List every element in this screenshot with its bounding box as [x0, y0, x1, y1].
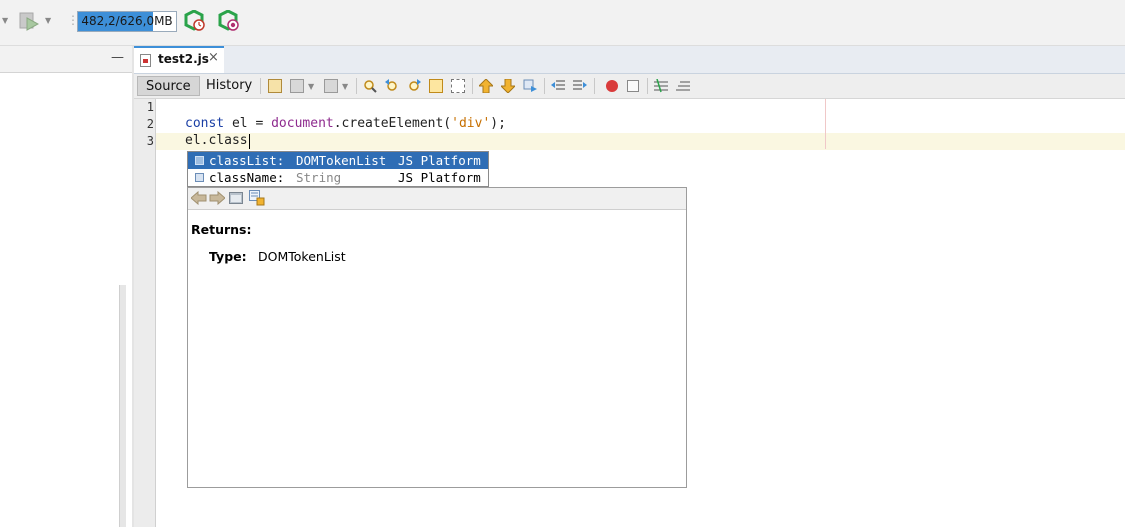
- back-icon[interactable]: [290, 79, 304, 93]
- history-button[interactable]: History: [198, 76, 260, 96]
- line-number-gutter: [134, 99, 156, 527]
- memory-indicator[interactable]: 482,2/626,0MB: [77, 11, 177, 32]
- line-number: 1: [146, 100, 154, 114]
- chevron-down-icon[interactable]: ▼: [342, 82, 348, 91]
- highlight-search-icon[interactable]: [429, 79, 443, 93]
- source-button[interactable]: Source: [137, 76, 200, 96]
- go-to-source-icon[interactable]: [249, 190, 265, 206]
- completion-origin: JS Platform: [398, 170, 481, 185]
- toolbar-separator: [472, 78, 473, 94]
- forward-icon[interactable]: [324, 79, 338, 93]
- open-in-browser-icon[interactable]: [229, 192, 243, 204]
- completion-type: DOMTokenList: [296, 153, 387, 168]
- projects-panel-scrollbar[interactable]: [119, 285, 126, 527]
- toolbar-separator: [647, 78, 648, 94]
- code-line-2[interactable]: const el = document.createElement('div')…: [185, 116, 506, 131]
- string-token: 'div': [451, 116, 491, 131]
- select-rectangle-icon[interactable]: [451, 79, 465, 93]
- search-icon[interactable]: [363, 79, 377, 93]
- back-icon[interactable]: [190, 190, 207, 206]
- next-bookmark-icon[interactable]: [499, 78, 517, 94]
- run-project-icon[interactable]: [19, 12, 40, 32]
- main-toolbar: ▼ ▼ ⋮ 482,2/626,0MB: [0, 0, 1125, 46]
- previous-bookmark-icon[interactable]: [477, 78, 495, 94]
- chevron-down-icon[interactable]: ▼: [2, 16, 8, 25]
- toggle-comment-icon[interactable]: [654, 78, 668, 93]
- code-token: .createElement(: [333, 116, 452, 131]
- code-completion-list[interactable]: classList: DOMTokenList JS Platform clas…: [187, 151, 489, 187]
- toolbar-separator: [594, 78, 595, 94]
- global-object-token: document: [271, 116, 334, 131]
- editor-toolbar: Source History ▼ ▼: [134, 74, 1125, 99]
- documentation-toolbar: [188, 188, 686, 210]
- code-token: );: [490, 116, 506, 131]
- uncomment-icon[interactable]: [676, 79, 690, 93]
- completion-item[interactable]: classList: DOMTokenList JS Platform: [188, 152, 488, 169]
- debug-icon[interactable]: [218, 9, 240, 32]
- chevron-down-icon[interactable]: ▼: [45, 16, 51, 25]
- toolbar-separator: [356, 78, 357, 94]
- code-line-3[interactable]: el.class: [185, 133, 248, 148]
- find-previous-icon[interactable]: [385, 79, 399, 93]
- last-edit-icon[interactable]: [268, 79, 282, 93]
- completion-name: classList:: [209, 153, 285, 168]
- stop-macro-icon[interactable]: [627, 80, 639, 92]
- doc-type-value: DOMTokenList: [258, 249, 346, 264]
- shift-right-icon[interactable]: [573, 79, 587, 93]
- toolbar-separator: [544, 78, 545, 94]
- find-next-icon[interactable]: [407, 79, 421, 93]
- record-macro-icon[interactable]: [606, 80, 618, 92]
- current-line-highlight: [156, 133, 1125, 150]
- tab-test2-js[interactable]: test2.js ×: [134, 46, 224, 73]
- toolbar-separator: [260, 78, 261, 94]
- editor-tab-bar: [134, 46, 1125, 74]
- memory-label: 482,2/626,0MB: [81, 14, 173, 28]
- tab-label: test2.js: [158, 52, 209, 66]
- completion-type: String: [296, 170, 342, 185]
- shift-left-icon[interactable]: [551, 79, 565, 93]
- property-icon: [195, 173, 204, 182]
- keyword-token: const: [185, 116, 225, 131]
- projects-panel: [0, 46, 132, 527]
- documentation-popup: Returns: Type: DOMTokenList: [187, 187, 687, 488]
- minimize-icon[interactable]: —: [111, 50, 124, 65]
- doc-type-label: Type:: [209, 249, 247, 264]
- completion-name: className:: [209, 170, 285, 185]
- property-icon: [195, 156, 204, 165]
- close-icon[interactable]: ×: [208, 50, 219, 65]
- code-token: el =: [224, 116, 272, 131]
- line-number: 3: [146, 134, 154, 148]
- forward-icon[interactable]: [209, 190, 226, 206]
- chevron-down-icon[interactable]: ▼: [308, 82, 314, 91]
- toggle-bookmark-icon[interactable]: [523, 79, 537, 93]
- doc-returns-heading: Returns:: [191, 222, 252, 237]
- completion-origin: JS Platform: [398, 153, 481, 168]
- completion-item[interactable]: className: String JS Platform: [188, 169, 488, 186]
- text-caret: [249, 134, 250, 149]
- line-number: 2: [146, 117, 154, 131]
- file-js-icon: [140, 54, 151, 67]
- profile-icon[interactable]: [184, 9, 206, 32]
- right-margin-line: [825, 99, 826, 149]
